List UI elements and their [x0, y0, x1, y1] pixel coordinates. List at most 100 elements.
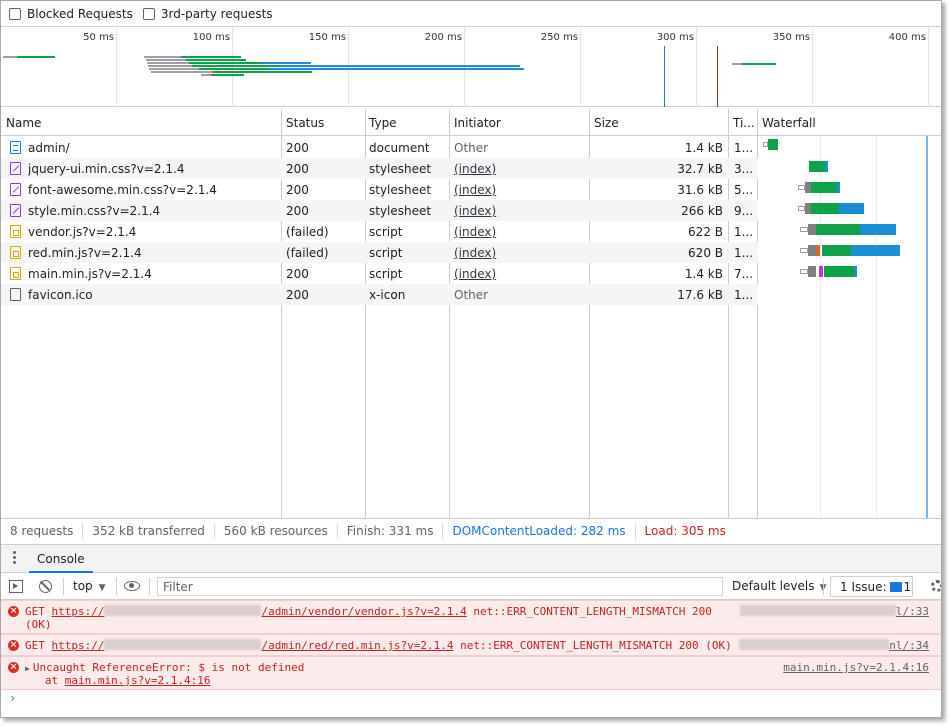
issues-count: 1 — [903, 580, 912, 594]
column-status[interactable]: Status — [286, 116, 324, 130]
checkbox-box[interactable] — [9, 7, 21, 20]
column-initiator[interactable]: Initiator — [454, 116, 501, 130]
request-initiator-link[interactable]: (index) — [454, 225, 586, 239]
context-label: top — [73, 579, 93, 593]
live-expression-eye-icon[interactable] — [124, 581, 140, 591]
overview-bar — [3, 56, 17, 58]
request-initiator: Other — [454, 141, 489, 155]
request-type: stylesheet — [369, 183, 432, 197]
grid-line — [812, 27, 813, 107]
request-initiator-link[interactable]: (index) — [454, 204, 586, 218]
table-row[interactable]: vendor.js?v=2.1.4 (failed) script (index… — [1, 221, 758, 242]
request-size: 1.4 kB — [684, 267, 723, 281]
waterfall-queue — [800, 227, 808, 232]
request-initiator: Other — [454, 288, 489, 302]
table-row[interactable]: favicon.ico 200 x-icon Other 17.6 kB 1..… — [1, 284, 758, 305]
column-type[interactable]: Type — [369, 116, 397, 130]
request-name[interactable]: style.min.css?v=2.1.4 — [28, 204, 278, 218]
request-initiator-link[interactable]: (index) — [454, 246, 586, 260]
checkbox-box[interactable] — [142, 7, 155, 20]
request-size: 620 B — [688, 246, 723, 260]
tick-label: 400 ms — [888, 32, 926, 43]
drawer-tabbar: Console — [1, 544, 941, 573]
waterfall-bar — [824, 266, 854, 277]
table-row[interactable]: jquery-ui.min.css?v=2.1.4 200 stylesheet… — [1, 158, 758, 179]
request-initiator-link[interactable]: (index) — [454, 183, 586, 197]
grid-line — [928, 27, 929, 107]
request-name[interactable]: admin/ — [28, 141, 278, 155]
tick-label: 300 ms — [656, 32, 694, 43]
load-time: Load: 305 ms — [644, 524, 726, 538]
message-source-link[interactable]: nl/:34 — [739, 639, 929, 652]
blocked-requests-label: Blocked Requests — [27, 6, 133, 21]
sidebar-toggle-icon[interactable] — [9, 580, 23, 593]
error-icon: × — [8, 662, 19, 673]
message-source-link[interactable]: l/:33 — [739, 605, 929, 618]
table-row[interactable]: red.min.js?v=2.1.4 (failed) script (inde… — [1, 242, 758, 263]
waterfall-bar — [825, 161, 828, 172]
timeline-overview[interactable]: 50 ms 100 ms 150 ms 200 ms 250 ms 300 ms… — [1, 27, 941, 107]
third-party-checkbox[interactable]: 3rd-party requests — [142, 7, 273, 21]
requests-count: 8 requests — [1, 524, 84, 539]
dom-content-loaded-marker — [664, 46, 665, 107]
error-icon: × — [8, 640, 19, 651]
dom-content-loaded-time: DOMContentLoaded: 282 ms — [443, 524, 636, 539]
redacted-host — [104, 605, 262, 616]
issues-button[interactable]: 1 Issue: 1 — [830, 576, 913, 597]
request-name[interactable]: font-awesome.min.css?v=2.1.4 — [28, 183, 278, 197]
file-icon — [10, 288, 21, 301]
waterfall-bar — [860, 224, 896, 235]
request-time: 7... — [734, 267, 754, 281]
request-name[interactable]: main.min.js?v=2.1.4 — [28, 267, 278, 281]
table-row[interactable]: style.min.css?v=2.1.4 200 stylesheet (in… — [1, 200, 758, 221]
request-url-link[interactable]: https:// /admin/red/red.min.js?v=2.1.4 — [52, 639, 454, 652]
gear-icon[interactable] — [931, 580, 941, 592]
blocked-requests-checkbox[interactable]: Blocked Requests — [9, 7, 133, 21]
overview-bar — [151, 71, 209, 73]
request-initiator-link[interactable]: (index) — [454, 267, 586, 281]
overview-bar — [199, 68, 269, 70]
request-type: stylesheet — [369, 204, 432, 218]
request-name[interactable]: red.min.js?v=2.1.4 — [28, 246, 278, 260]
waterfall-bar — [839, 203, 864, 214]
request-name[interactable]: vendor.js?v=2.1.4 — [28, 225, 278, 239]
grid-line — [876, 136, 877, 518]
context-selector[interactable]: top ▼ — [73, 579, 106, 593]
console-error-message[interactable]: × ▶ Uncaught ReferenceError: $ is not def… — [1, 656, 941, 690]
console-error-message[interactable]: × GET https:// /admin/red/red.min.js?v=2.… — [1, 634, 941, 656]
request-type: script — [369, 267, 403, 281]
request-time: 1... — [734, 225, 754, 239]
request-name[interactable]: jquery-ui.min.css?v=2.1.4 — [28, 162, 278, 176]
console-error-message[interactable]: × GET https:// /admin/vendor/vendor.js?v=… — [1, 600, 941, 634]
column-name[interactable]: Name — [6, 116, 41, 130]
waterfall-bar — [809, 161, 825, 172]
column-size[interactable]: Size — [594, 116, 619, 130]
request-size: 32.7 kB — [677, 162, 723, 176]
request-size: 266 kB — [681, 204, 723, 218]
log-levels-dropdown[interactable]: Default levels▼ — [732, 579, 826, 593]
request-initiator-link[interactable]: (index) — [454, 162, 586, 176]
expand-triangle-icon[interactable]: ▶ — [25, 664, 30, 673]
table-row[interactable]: font-awesome.min.css?v=2.1.4 200 stylesh… — [1, 179, 758, 200]
waterfall-bar — [768, 139, 778, 150]
url-path: /admin/red/red.min.js?v=2.1.4 — [261, 639, 454, 652]
console-filter-input[interactable] — [157, 577, 723, 596]
table-row[interactable]: main.min.js?v=2.1.4 200 script (index) 1… — [1, 263, 758, 284]
waterfall-bar — [822, 245, 851, 256]
clear-console-icon[interactable] — [39, 580, 52, 593]
column-time[interactable]: Ti... — [733, 116, 755, 130]
tab-console[interactable]: Console — [29, 545, 93, 573]
stack-frame-link[interactable]: main.min.js?v=2.1.4:16 — [65, 674, 211, 687]
table-row[interactable]: admin/ 200 document Other 1.4 kB 1... — [1, 137, 758, 158]
column-waterfall[interactable]: Waterfall — [762, 116, 816, 130]
script-icon — [10, 225, 21, 238]
message-source-link[interactable]: main.min.js?v=2.1.4:16 — [783, 661, 929, 674]
waterfall-bar — [808, 266, 816, 277]
console-prompt-chevron-icon[interactable]: › — [9, 691, 16, 705]
waterfall-bar — [816, 245, 820, 256]
error-code: net::ERR_CONTENT_LENGTH_MISMATCH 200 (OK… — [460, 639, 732, 652]
more-options-icon[interactable] — [13, 551, 16, 566]
request-url-link[interactable]: https:// /admin/vendor/vendor.js?v=2.1.4 — [52, 605, 467, 618]
stylesheet-icon — [10, 162, 21, 175]
request-name[interactable]: favicon.ico — [28, 288, 278, 302]
